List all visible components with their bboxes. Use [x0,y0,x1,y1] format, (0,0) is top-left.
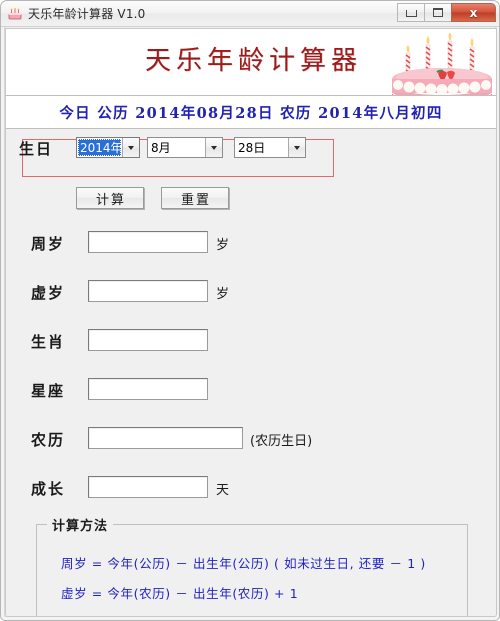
birthday-day-select[interactable]: 28日 [234,137,306,158]
form-area: 生日 2014年 8月 28日 计算 重置 周岁岁虚岁岁生肖 星座 农历 (农历生日)… [6,129,496,616]
app-banner: 天乐年龄计算器 [6,29,496,96]
birthday-year-value: 2014年 [78,139,121,156]
close-icon: x [469,5,478,20]
result-label: 星座 [31,382,66,400]
application-window: 天乐年龄计算器 V1.0 x 天乐年龄计算器 今日 公历 2014年08月28日… [0,0,500,621]
result-field-5[interactable] [88,476,208,498]
close-button[interactable]: x [451,3,496,22]
chevron-down-icon[interactable] [205,138,222,157]
birthday-month-value: 8月 [151,141,171,155]
today-date-text: 今日 公历 2014年08月28日 农历 2014年八月初四 [59,104,443,122]
birthday-month-select[interactable]: 8月 [147,137,223,158]
result-suffix: 岁 [216,287,230,302]
result-label: 成长 [31,480,66,498]
cake-icon [7,6,23,22]
result-field-1[interactable] [88,280,208,302]
minimize-icon [405,10,417,17]
client-area: 天乐年龄计算器 今日 公历 2014年08月28日 农历 2014年八月初四 生… [5,28,497,617]
result-label: 虚岁 [31,284,66,302]
result-suffix: 天 [216,483,230,498]
formula-line-1: 周岁 = 今年(公历) － 出生年(公历) ( 如未过生日, 还要 － 1 ) [61,556,426,571]
today-date-bar: 今日 公历 2014年08月28日 农历 2014年八月初四 [6,96,496,129]
result-field-2[interactable] [88,329,208,351]
result-label: 周岁 [31,235,66,253]
result-field-3[interactable] [88,378,208,400]
calculation-method-title: 计算方法 [47,515,114,534]
birthday-day-value: 28日 [238,141,266,155]
birthday-year-select[interactable]: 2014年 [76,137,140,158]
chevron-down-icon[interactable] [288,138,305,157]
title-bar[interactable]: 天乐年龄计算器 V1.0 x [1,1,499,27]
reset-button[interactable]: 重置 [161,187,229,209]
chevron-down-icon[interactable] [122,138,139,157]
result-label: 农历 [31,431,66,449]
result-field-0[interactable] [88,231,208,253]
calculation-method-group: 计算方法 周岁 = 今年(公历) － 出生年(公历) ( 如未过生日, 还要 －… [36,515,468,616]
minimize-button[interactable] [397,3,425,22]
result-suffix: 岁 [216,238,230,253]
result-field-4[interactable] [88,427,243,449]
maximize-icon [433,8,443,17]
window-controls: x [397,3,496,22]
birthday-label: 生日 [19,140,54,158]
result-label: 生肖 [31,333,66,351]
result-suffix: (农历生日) [250,434,313,449]
calculate-button[interactable]: 计算 [76,187,144,209]
formula-line-2: 虚岁 = 今年(农历) － 出生年(农历) + 1 [61,586,299,601]
maximize-button[interactable] [424,3,452,22]
birthday-cake-image [390,32,494,95]
window-title: 天乐年龄计算器 V1.0 [28,7,146,21]
